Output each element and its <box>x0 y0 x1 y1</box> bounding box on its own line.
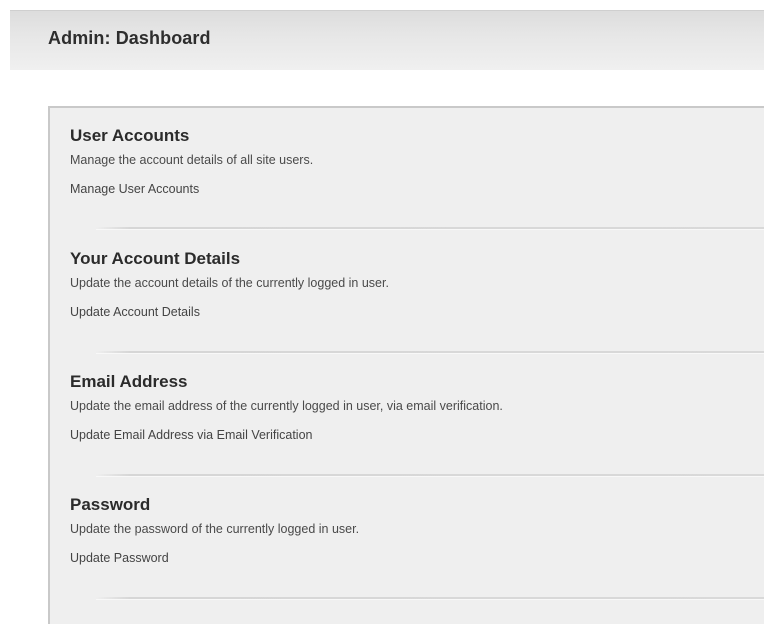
update-account-details-link[interactable]: Update Account Details <box>70 305 200 320</box>
section-description: Manage the account details of all site u… <box>70 153 314 167</box>
section-divider <box>96 474 764 477</box>
section-divider <box>96 227 764 230</box>
section-description: Update the email address of the currentl… <box>70 399 503 413</box>
section-your-account-details: Your Account Details Update the account … <box>70 249 760 321</box>
top-strip <box>0 0 764 10</box>
section-title: Password <box>70 495 151 514</box>
dashboard-panel: User Accounts Manage the account details… <box>48 106 764 624</box>
section-description: Update the password of the currently log… <box>70 522 360 536</box>
section-email-address: Email Address Update the email address o… <box>70 372 760 444</box>
manage-user-accounts-link[interactable]: Manage User Accounts <box>70 182 199 197</box>
section-user-accounts: User Accounts Manage the account details… <box>70 126 760 198</box>
section-divider <box>96 597 764 600</box>
section-divider <box>96 351 764 354</box>
section-password: Password Update the password of the curr… <box>70 495 760 567</box>
section-title: User Accounts <box>70 126 190 145</box>
page-title: Admin: Dashboard <box>48 28 211 48</box>
section-description: Update the account details of the curren… <box>70 276 389 290</box>
admin-dashboard-page: Admin: Dashboard User Accounts Manage th… <box>0 0 764 624</box>
update-email-address-link[interactable]: Update Email Address via Email Verificat… <box>70 428 312 443</box>
section-title: Your Account Details <box>70 249 241 268</box>
section-title: Email Address <box>70 372 188 391</box>
page-header: Admin: Dashboard <box>10 10 764 70</box>
update-password-link[interactable]: Update Password <box>70 551 169 566</box>
